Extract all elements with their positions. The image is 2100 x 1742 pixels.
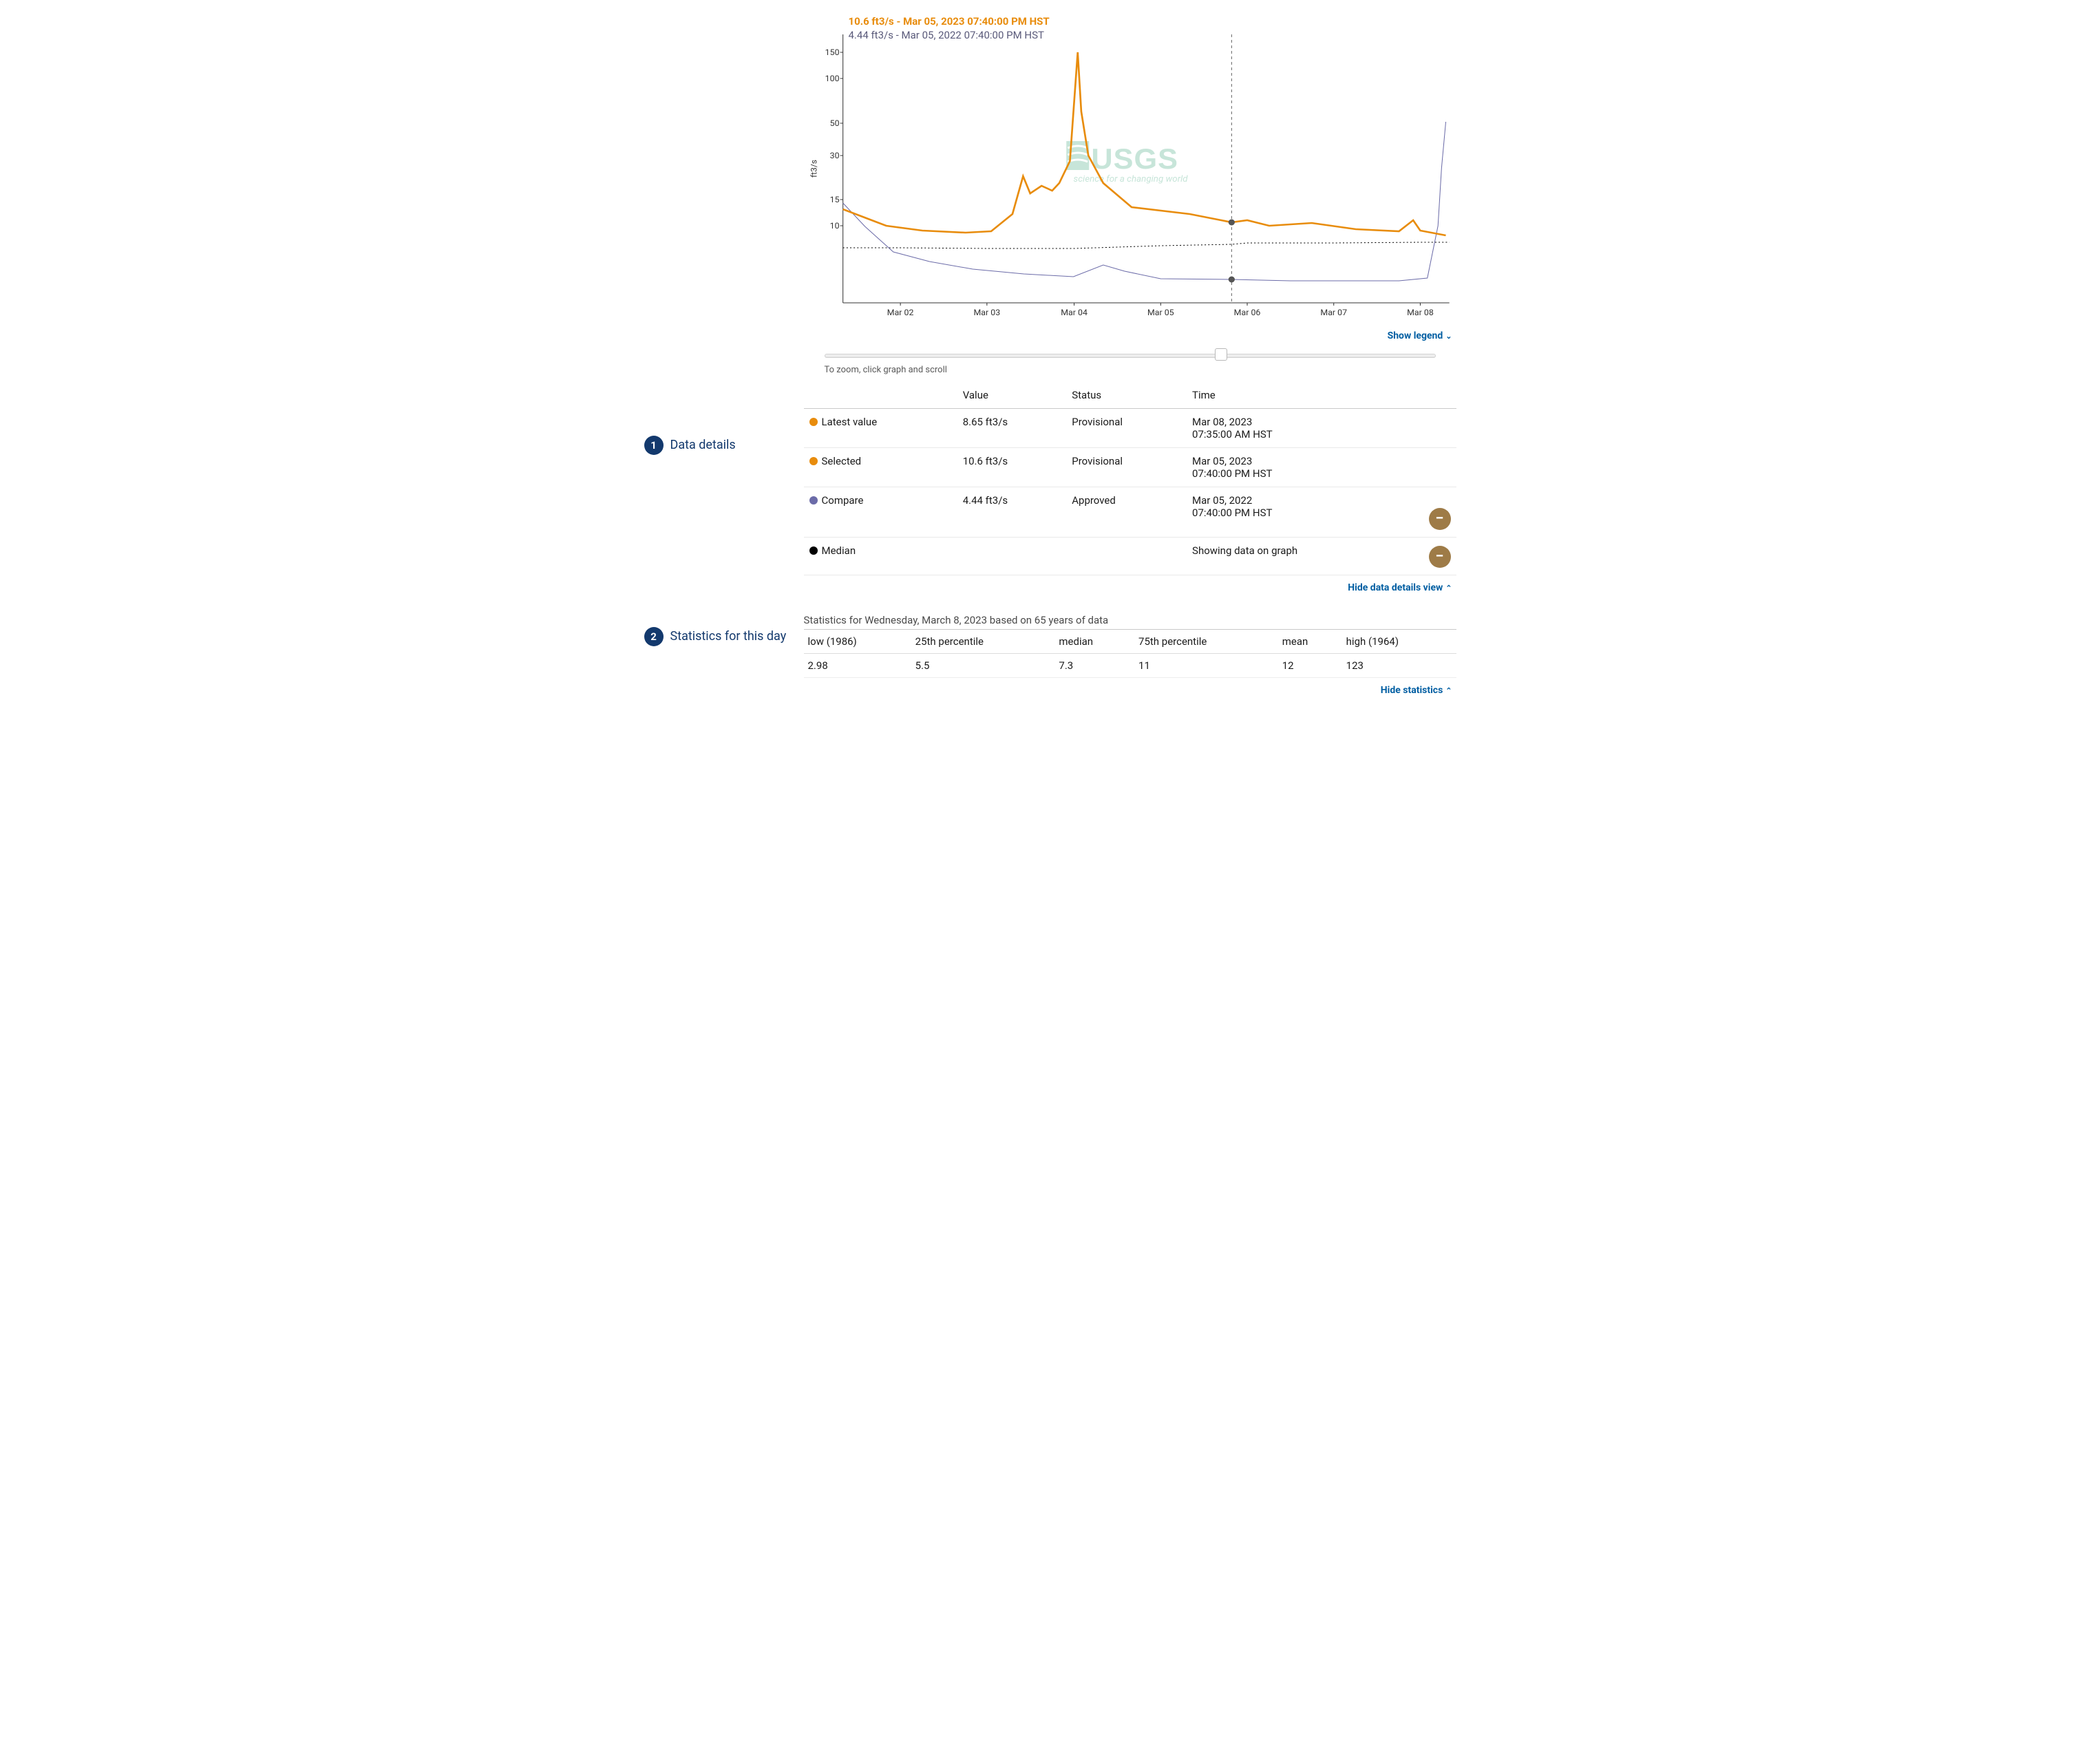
svg-text:15: 15 (829, 195, 839, 204)
stats-value: 7.3 (1054, 654, 1134, 678)
hide-statistics-toggle[interactable]: Hide statistics⌃ (804, 678, 1456, 703)
annotation-data-details: 1 Data details (644, 436, 790, 455)
chevron-up-icon: ⌃ (1445, 686, 1452, 695)
row-time: Mar 05, 202207:40:00 PM HST− (1187, 487, 1456, 538)
svg-text:150: 150 (825, 47, 839, 57)
chevron-down-icon: ⌄ (1445, 332, 1452, 341)
svg-text:USGS: USGS (1091, 143, 1178, 176)
annotation-text-2: Statistics for this day (670, 629, 787, 644)
callout-compare-value: 4.44 ft3/s - Mar 05, 2022 07:40:00 PM HS… (849, 29, 1044, 41)
series-median (842, 242, 1449, 248)
stats-header: high (1964) (1342, 630, 1456, 654)
row-value (957, 538, 1067, 575)
row-label: Latest value (822, 416, 878, 428)
stats-value: 123 (1342, 654, 1456, 678)
cursor-point-current (1228, 220, 1234, 226)
chevron-up-icon: ⌃ (1445, 584, 1452, 593)
row-status: Provisional (1066, 409, 1187, 448)
row-time: Mar 08, 202307:35:00 AM HST (1187, 409, 1456, 448)
stats-value: 5.5 (911, 654, 1055, 678)
stats-header: mean (1278, 630, 1342, 654)
svg-text:Mar 02: Mar 02 (887, 308, 913, 317)
callout-current-value: 10.6 ft3/s - Mar 05, 2023 07:40:00 PM HS… (849, 15, 1050, 28)
svg-text:Mar 04: Mar 04 (1061, 308, 1088, 317)
annotation-statistics: 2 Statistics for this day (644, 627, 790, 646)
details-header-value: Value (957, 382, 1067, 409)
stats-header: 75th percentile (1134, 630, 1278, 654)
time-slider[interactable] (804, 348, 1456, 362)
svg-text:Mar 05: Mar 05 (1147, 308, 1174, 317)
stats-value: 2.98 (804, 654, 911, 678)
annotation-badge-1: 1 (644, 436, 664, 455)
remove-series-button[interactable]: − (1429, 546, 1451, 568)
stats-header: 25th percentile (911, 630, 1055, 654)
slider-track (825, 354, 1436, 358)
stats-value: 11 (1134, 654, 1278, 678)
series-color-dot (809, 546, 818, 555)
row-value: 8.65 ft3/s (957, 409, 1067, 448)
row-status: Approved (1066, 487, 1187, 538)
hide-data-details-toggle[interactable]: Hide data details view⌃ (804, 575, 1456, 600)
details-header-time: Time (1187, 382, 1456, 409)
stats-header: median (1054, 630, 1134, 654)
row-time: Showing data on graph− (1187, 538, 1456, 575)
details-header-status: Status (1066, 382, 1187, 409)
hydrograph-chart[interactable]: 10.6 ft3/s - Mar 05, 2023 07:40:00 PM HS… (804, 14, 1456, 323)
svg-text:Mar 07: Mar 07 (1320, 308, 1347, 317)
row-value: 10.6 ft3/s (957, 448, 1067, 487)
svg-text:10: 10 (829, 221, 839, 231)
annotation-text-1: Data details (670, 438, 736, 453)
svg-text:30: 30 (829, 151, 839, 160)
row-label: Median (822, 544, 856, 557)
series-color-dot (809, 496, 818, 504)
row-time: Mar 05, 202307:40:00 PM HST (1187, 448, 1456, 487)
zoom-hint: To zoom, click graph and scroll (804, 362, 1456, 382)
y-axis-ticks: 10 15 30 50 100 150 (825, 47, 842, 231)
svg-text:science for a changing world: science for a changing world (1073, 174, 1188, 184)
table-row: Selected 10.6 ft3/sProvisionalMar 05, 202… (804, 448, 1456, 487)
svg-text:Mar 03: Mar 03 (973, 308, 1000, 317)
stats-value: 12 (1278, 654, 1342, 678)
cursor-point-compare (1228, 277, 1234, 283)
series-color-dot (809, 418, 818, 426)
statistics-table: low (1986)25th percentilemedian75th perc… (804, 630, 1456, 678)
svg-text:50: 50 (829, 118, 839, 128)
y-axis-label: ft3/s (809, 160, 818, 178)
usgs-watermark: USGS science for a changing world (1066, 141, 1188, 184)
remove-series-button[interactable]: − (1429, 508, 1451, 530)
row-status (1066, 538, 1187, 575)
statistics-title: Statistics for Wednesday, March 8, 2023 … (804, 610, 1456, 630)
slider-thumb[interactable] (1215, 348, 1227, 361)
row-status: Provisional (1066, 448, 1187, 487)
svg-text:100: 100 (825, 74, 839, 83)
row-label: Selected (822, 455, 862, 467)
annotation-badge-2: 2 (644, 627, 664, 646)
data-details-table: Value Status Time Latest value 8.65 ft3/s… (804, 382, 1456, 575)
details-header-blank (804, 382, 957, 409)
series-color-dot (809, 457, 818, 465)
x-axis-ticks: Mar 02 Mar 03 Mar 04 Mar 05 Mar 06 Mar 0… (887, 303, 1433, 317)
table-row: Latest value 8.65 ft3/sProvisionalMar 08,… (804, 409, 1456, 448)
row-value: 4.44 ft3/s (957, 487, 1067, 538)
row-label: Compare (822, 494, 864, 507)
table-row: Median Showing data on graph− (804, 538, 1456, 575)
stats-header: low (1986) (804, 630, 911, 654)
svg-text:Mar 08: Mar 08 (1407, 308, 1434, 317)
svg-text:Mar 06: Mar 06 (1233, 308, 1260, 317)
table-row: Compare 4.44 ft3/sApprovedMar 05, 202207:… (804, 487, 1456, 538)
show-legend-toggle[interactable]: Show legend⌄ (804, 323, 1456, 348)
